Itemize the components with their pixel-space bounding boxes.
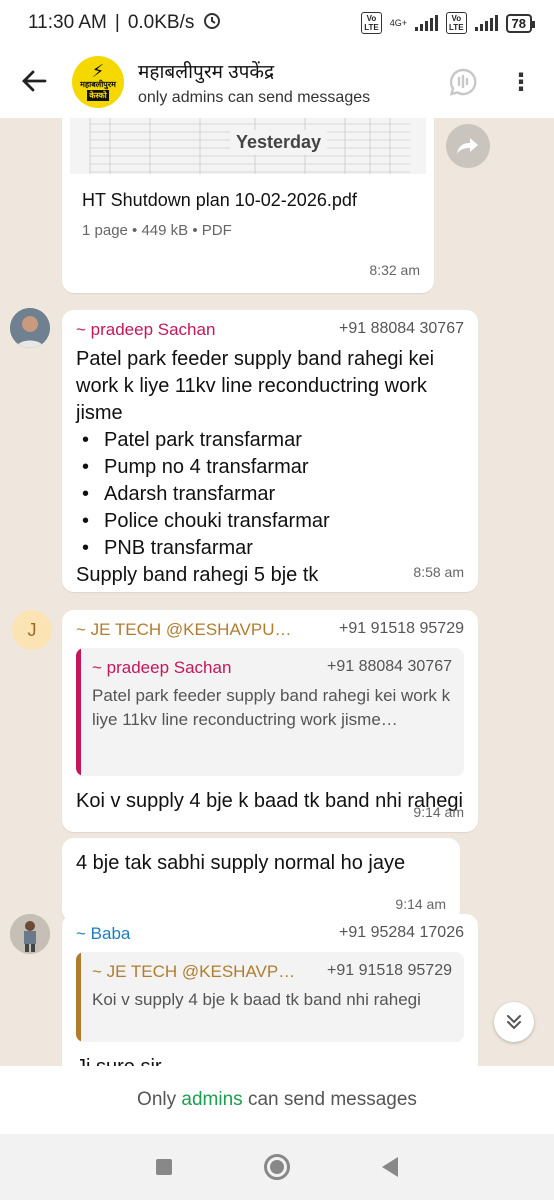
admins-link[interactable]: admins xyxy=(181,1089,242,1111)
recents-icon[interactable] xyxy=(156,1159,172,1175)
group-info[interactable]: महाबलीपुरम उपकेंद्र only admins can send… xyxy=(138,58,448,107)
pdf-preview[interactable]: Yesterday xyxy=(70,118,426,174)
lightning-icon: ⚡ xyxy=(91,61,105,81)
bullet-list: Patel park transfarmar Pump no 4 transfa… xyxy=(76,427,464,562)
group-title: महाबलीपुरम उपकेंद्र xyxy=(138,61,275,83)
avatar-pradeep[interactable] xyxy=(10,308,50,348)
message-time: 8:58 am xyxy=(413,564,464,580)
pdf-meta: 1 page • 449 kB • PDF xyxy=(82,222,232,239)
back-arrow-icon[interactable] xyxy=(20,67,50,97)
sender-name[interactable]: ~ JE TECH @KESHAVPU… xyxy=(76,620,292,640)
pdf-filename: HT Shutdown plan 10-02-2026.pdf xyxy=(82,190,357,210)
chat-area[interactable]: Yesterday HT Shutdown plan 10-02-2026.pd… xyxy=(0,118,554,1066)
list-item: Police chouki transfarmar xyxy=(76,508,464,535)
message-text: Patel park feeder supply band rahegi kei… xyxy=(76,348,435,424)
quote-phone: +91 91518 95729 xyxy=(326,962,452,979)
message-closing: Supply band rahegi 5 bje tk xyxy=(76,564,319,586)
avatar-letter: J xyxy=(27,619,37,640)
notice-suffix: can send messages xyxy=(247,1089,417,1110)
battery-icon: 78 xyxy=(505,13,536,33)
quoted-message[interactable]: ~ pradeep Sachan +91 88084 30767 Patel p… xyxy=(76,648,464,776)
home-icon[interactable] xyxy=(264,1154,290,1180)
message-time: 9:14 am xyxy=(413,804,464,820)
sender-name[interactable]: ~ pradeep Sachan xyxy=(76,320,215,340)
message-text: 4 bje tak sabhi supply normal ho jaye xyxy=(76,852,406,874)
sim2-type: 4G+ xyxy=(389,18,408,28)
avatar-je-tech[interactable]: J xyxy=(12,610,52,650)
sender-name[interactable]: ~ Baba xyxy=(76,924,130,944)
status-bar: 11:30 AM | 0.0KB/s Vo LTE 4G+ Vo LTE 78 xyxy=(0,0,554,46)
scroll-down-icon[interactable] xyxy=(494,1002,534,1042)
quote-text: Patel park feeder supply band rahegi kei… xyxy=(92,686,451,729)
quote-text: Koi v supply 4 bje k baad tk band nhi ra… xyxy=(92,990,421,1009)
group-subtitle: only admins can send messages xyxy=(138,88,371,106)
message-text: Ji sure sir xyxy=(76,1054,464,1066)
group-avatar[interactable]: ⚡ महाबलीपुरम केस्को xyxy=(72,56,124,108)
message-text: Koi v supply 4 bje k baad tk band nhi ra… xyxy=(76,790,463,812)
sender-phone: +91 95284 17026 xyxy=(338,924,464,941)
quote-sender: ~ pradeep Sachan xyxy=(92,658,232,677)
date-overlay: Yesterday xyxy=(230,130,328,155)
message-je-tech[interactable]: ~ JE TECH @KESHAVPU… +91 91518 95729 ~ p… xyxy=(62,610,478,832)
list-item: Adarsh transfarmar xyxy=(76,481,464,508)
sender-phone: +91 88084 30767 xyxy=(338,320,464,337)
message-je-tech-2[interactable]: 4 bje tak sabhi supply normal ho jaye 9:… xyxy=(62,838,460,922)
chat-header: ⚡ महाबलीपुरम केस्को महाबलीपुरम उपकेंद्र … xyxy=(0,46,554,118)
quote-phone: +91 88084 30767 xyxy=(326,658,452,675)
volte-icon-2: Vo LTE xyxy=(446,12,467,34)
signal-icon-2 xyxy=(474,15,498,31)
sender-phone: +91 91518 95729 xyxy=(338,620,464,637)
list-item: PNB transfarmar xyxy=(76,535,464,562)
admins-only-notice: Only admins can send messages xyxy=(0,1066,554,1134)
list-item: Pump no 4 transfarmar xyxy=(76,454,464,481)
message-time: 9:14 am xyxy=(395,896,446,912)
more-options-icon[interactable]: ⋮ xyxy=(506,67,536,97)
network-speed: 0.0KB/s xyxy=(127,12,195,33)
notice-prefix: Only xyxy=(137,1089,177,1110)
group-call-icon[interactable] xyxy=(448,67,478,97)
message-pradeep[interactable]: ~ pradeep Sachan +91 88084 30767 Patel p… xyxy=(62,310,478,592)
volte-icon: Vo LTE xyxy=(361,12,382,34)
quote-sender: ~ JE TECH @KESHAVP… xyxy=(92,962,296,981)
forward-icon[interactable] xyxy=(446,124,490,168)
message-baba[interactable]: ~ Baba +91 95284 17026 ~ JE TECH @KESHAV… xyxy=(62,914,478,1066)
signal-icon xyxy=(415,15,439,31)
status-time: 11:30 AM xyxy=(28,12,107,33)
logo-text: महाबलीपुरम xyxy=(80,80,116,89)
nav-back-icon[interactable] xyxy=(382,1157,398,1177)
alarm-icon xyxy=(202,10,222,36)
message-time: 8:32 am xyxy=(369,262,420,278)
list-item: Patel park transfarmar xyxy=(76,427,464,454)
quoted-message[interactable]: ~ JE TECH @KESHAVP… +91 91518 95729 Koi … xyxy=(76,952,464,1042)
avatar-baba[interactable] xyxy=(10,914,50,954)
system-nav-bar xyxy=(0,1134,554,1200)
pdf-message[interactable]: Yesterday HT Shutdown plan 10-02-2026.pd… xyxy=(62,118,434,293)
logo-subtext: केस्को xyxy=(87,90,109,101)
